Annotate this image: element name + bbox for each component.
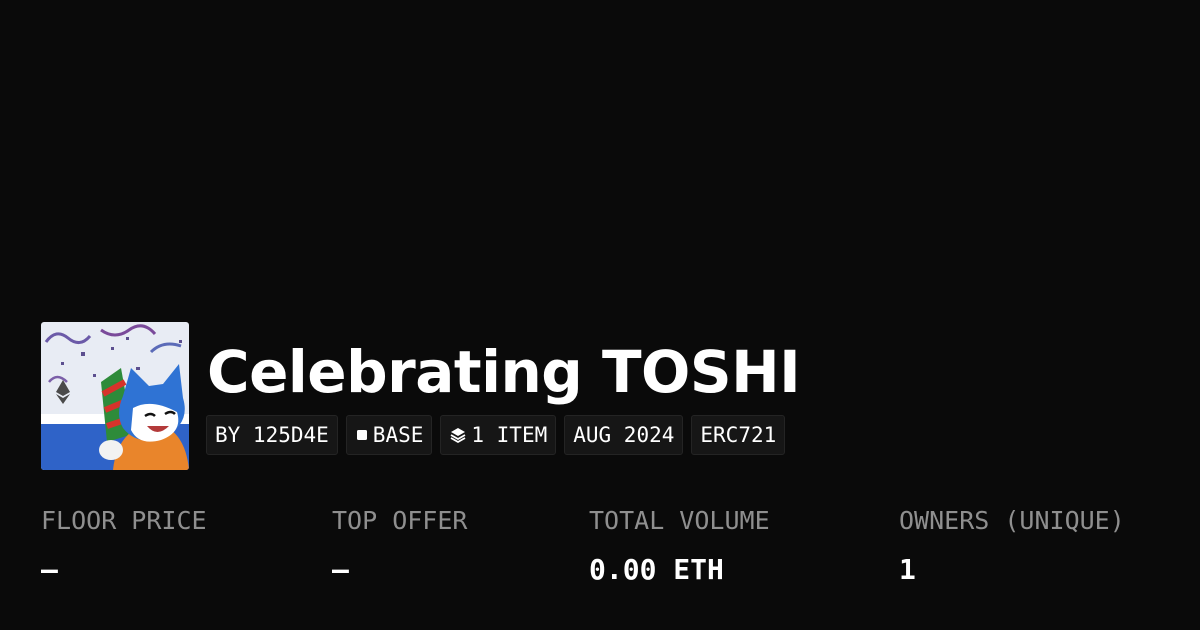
owners-value: 1 xyxy=(899,553,916,586)
top-offer-value: – xyxy=(332,553,349,586)
owners-label: OWNERS (UNIQUE) xyxy=(899,506,1125,535)
total-volume-label: TOTAL VOLUME xyxy=(589,506,770,535)
date-label: AUG 2024 xyxy=(573,423,675,447)
layers-icon xyxy=(449,426,467,444)
toshi-cat-image xyxy=(41,322,189,470)
creator-chip[interactable]: BY 125D4E xyxy=(206,415,338,455)
total-volume-stat: TOTAL VOLUME 0.00 ETH xyxy=(589,503,770,588)
floor-price-value: – xyxy=(41,553,58,586)
total-volume-value: 0.00 ETH xyxy=(589,553,724,586)
floor-price-stat: FLOOR PRICE – xyxy=(41,503,207,588)
items-label: 1 ITEM xyxy=(471,423,548,447)
chain-label: BASE xyxy=(372,423,424,447)
standard-chip: ERC721 xyxy=(691,415,786,455)
floor-price-label: FLOOR PRICE xyxy=(41,506,207,535)
date-chip: AUG 2024 xyxy=(564,415,684,455)
items-chip[interactable]: 1 ITEM xyxy=(440,415,557,455)
top-offer-label: TOP OFFER xyxy=(332,506,468,535)
top-offer-stat: TOP OFFER – xyxy=(332,503,467,588)
collection-avatar xyxy=(41,322,189,470)
square-icon xyxy=(355,428,369,442)
owners-stat: OWNERS (UNIQUE) 1 xyxy=(899,503,1125,588)
chain-chip[interactable]: BASE xyxy=(345,415,433,455)
collection-title: Celebrating TOSHI xyxy=(207,338,801,406)
standard-label: ERC721 xyxy=(700,423,777,447)
creator-label: BY 125D4E xyxy=(215,423,329,447)
collection-meta-chips: BY 125D4E BASE 1 ITEM AUG 2024 ERC721 xyxy=(206,415,786,455)
